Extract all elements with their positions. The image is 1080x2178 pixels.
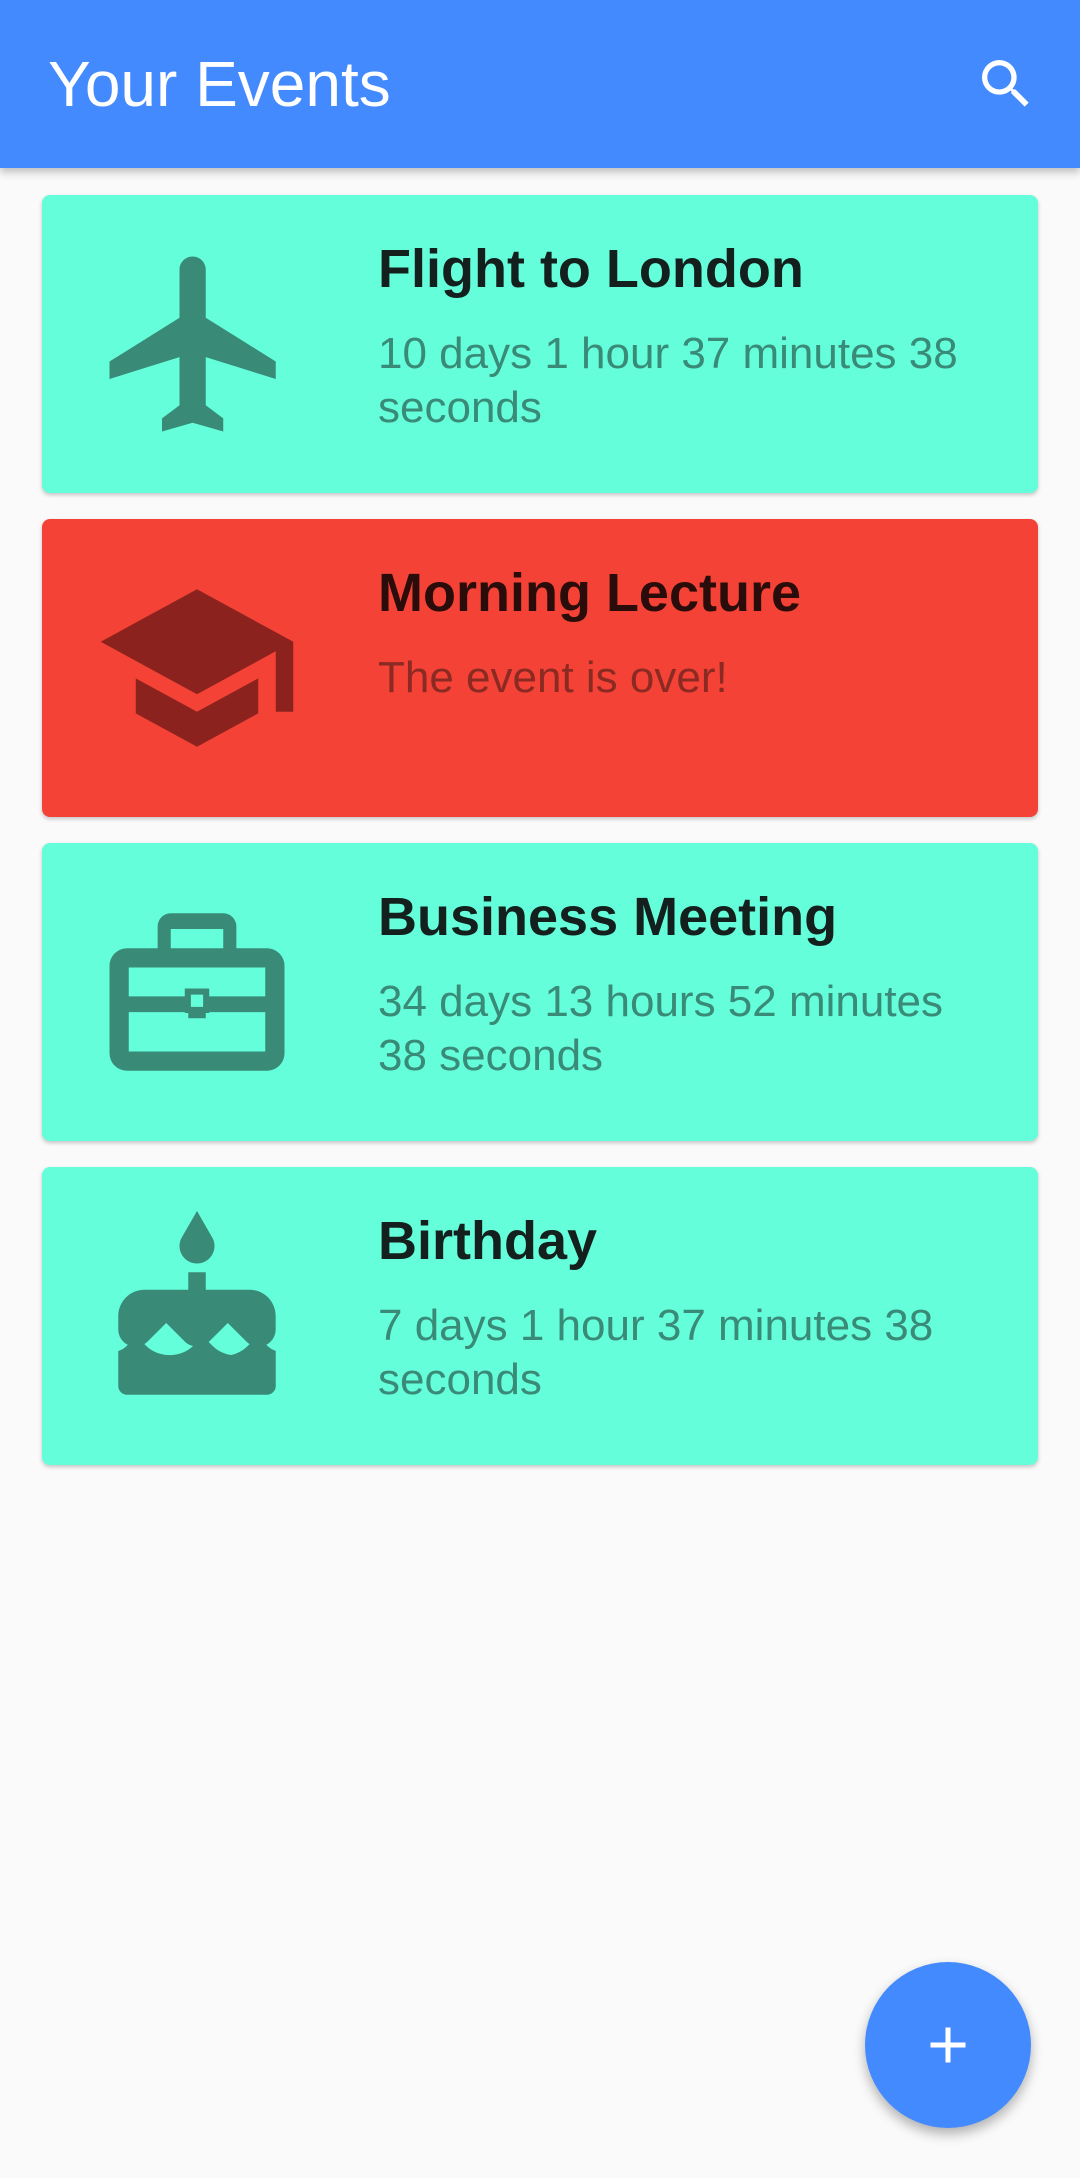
event-countdown: The event is over! xyxy=(378,653,728,702)
event-card-flight-to-london[interactable]: Flight to London 10 days 1 hour 37 minut… xyxy=(42,195,1038,493)
add-event-button[interactable] xyxy=(865,1962,1031,2128)
event-title: Flight to London xyxy=(378,239,804,299)
event-title: Birthday xyxy=(378,1211,598,1271)
event-card-business-meeting[interactable]: Business Meeting 34 days 13 hours 52 min… xyxy=(42,843,1038,1141)
plus-icon xyxy=(930,2027,966,2063)
event-title: Business Meeting xyxy=(378,887,838,947)
search-icon xyxy=(982,60,1029,107)
event-card-morning-lecture[interactable]: Morning Lecture The event is over! xyxy=(42,519,1038,817)
graduation-cap-icon xyxy=(100,589,294,747)
event-list: Flight to London 10 days 1 hour 37 minut… xyxy=(42,195,1038,1491)
search-button[interactable] xyxy=(956,34,1056,134)
cake-icon xyxy=(118,1211,276,1395)
briefcase-icon xyxy=(109,913,285,1071)
airplane-icon xyxy=(109,256,276,432)
page-title: Your Events xyxy=(48,48,391,120)
app-bar: Your Events xyxy=(0,0,1080,168)
event-card-birthday[interactable]: Birthday 7 days 1 hour 37 minutes 38 sec… xyxy=(42,1167,1038,1465)
event-countdown: 34 days 13 hours 52 minutes 38 seconds xyxy=(378,977,944,1080)
event-title: Morning Lecture xyxy=(378,563,802,623)
event-countdown: 7 days 1 hour 37 minutes 38 seconds xyxy=(378,1301,934,1404)
event-countdown: 10 days 1 hour 37 minutes 38 seconds xyxy=(378,329,958,432)
